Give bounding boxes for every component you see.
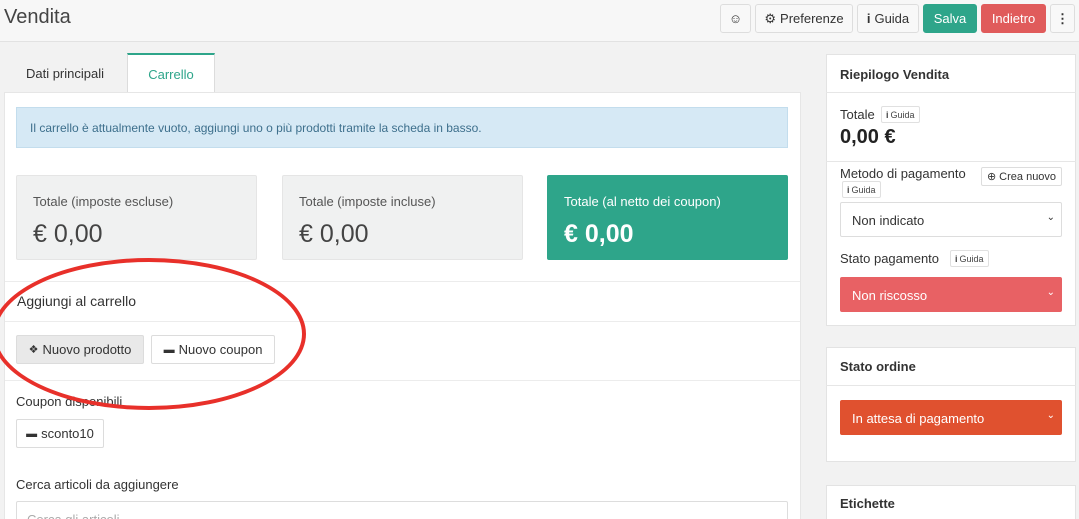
new-coupon-label: Nuovo coupon [178,342,263,357]
payment-method-value: Non indicato [852,213,925,228]
info-icon: i [955,253,958,264]
total-excl-tax-label: Totale (imposte escluse) [33,194,174,209]
chevron-down-icon: ⌄ [1046,212,1055,223]
new-product-button[interactable]: ❖ Nuovo prodotto [16,335,144,364]
total-incl-tax-label: Totale (imposte incluse) [299,194,436,209]
new-product-label: Nuovo prodotto [42,342,132,357]
info-icon: i [866,11,871,26]
search-items-label: Cerca articoli da aggiungere [16,477,179,492]
search-items-input[interactable]: Cerca gli articoli [16,501,788,519]
chevron-down-icon: ⌄ [1046,287,1055,298]
info-icon: i [886,109,889,120]
gear-icon: ⚙ [764,10,777,26]
labels-panel: Etichette [826,485,1076,519]
payment-method-label: Metodo di pagamento [840,166,966,181]
payment-status-label: Stato pagamento [840,251,940,266]
help-label: Guida [851,184,876,195]
divider [5,281,800,282]
divider [826,161,1076,162]
preferences-button[interactable]: ⚙ Preferenze [755,4,853,33]
feedback-button[interactable]: ☺ [720,4,751,33]
divider [826,92,1076,93]
divider [826,385,1076,386]
total-help-button[interactable]: i Guida [881,106,920,123]
total-label: Totale [840,107,875,122]
payment-status-value: Non riscosso [852,288,928,303]
ticket-icon: ▬ [26,427,38,440]
coupon-sconto10-button[interactable]: ▬ sconto10 [16,419,104,448]
chevron-down-icon: ⌄ [1046,410,1055,421]
help-label: Guida [890,109,915,120]
empty-cart-alert: Il carrello è attualmente vuoto, aggiung… [16,107,788,148]
new-coupon-button[interactable]: ▬ Nuovo coupon [151,335,275,364]
order-status-select[interactable]: In attesa di pagamento ⌄ [840,400,1062,435]
top-bar: Vendita ☺ ⚙ Preferenze i Guida Salva Ind… [0,0,1079,42]
divider [5,380,800,381]
help-label: Guida [874,11,910,26]
payment-status-select[interactable]: Non riscosso ⌄ [840,277,1062,312]
total-excl-tax-card: Totale (imposte escluse) € 0,00 [16,175,257,260]
sale-summary-title: Riepilogo Vendita [840,67,950,82]
available-coupons-label: Coupon disponibili [16,394,123,409]
total-incl-tax-value: € 0,00 [299,220,369,248]
tab-dati-principali[interactable]: Dati principali [4,53,126,93]
create-new-label: Crea nuovo [999,170,1057,183]
help-button[interactable]: i Guida [857,4,919,33]
add-to-cart-title: Aggiungi al carrello [17,293,137,309]
smiley-icon: ☺ [728,11,743,26]
total-value: 0,00 € [840,126,896,148]
total-excl-tax-value: € 0,00 [33,220,103,248]
total-net-coupon-label: Totale (al netto dei coupon) [564,194,721,209]
order-status-title: Stato ordine [840,359,916,374]
cubes-icon: ❖ [28,344,39,356]
labels-title: Etichette [840,496,895,511]
plus-circle-icon: ⊕ [986,171,997,183]
more-menu-button[interactable]: ⋮ [1050,4,1075,33]
save-button[interactable]: Salva [923,4,977,33]
help-label: Guida [959,253,984,264]
payment-method-help-button[interactable]: i Guida [842,181,881,198]
payment-method-select[interactable]: Non indicato ⌄ [840,202,1062,237]
info-icon: i [847,184,850,195]
order-status-value: In attesa di pagamento [852,411,985,426]
total-incl-tax-card: Totale (imposte incluse) € 0,00 [282,175,523,260]
total-net-coupon-value: € 0,00 [564,220,634,248]
back-button[interactable]: Indietro [981,4,1046,33]
kebab-icon: ⋮ [1056,10,1069,26]
coupon-label: sconto10 [41,426,94,441]
divider [5,321,800,322]
page-title: Vendita [4,6,71,28]
preferences-label: Preferenze [780,11,844,26]
back-label: Indietro [991,11,1036,26]
payment-status-help-button[interactable]: i Guida [950,250,989,267]
ticket-icon: ▬ [163,343,175,356]
create-new-button[interactable]: ⊕ Crea nuovo [981,167,1062,186]
tab-carrello[interactable]: Carrello [127,53,215,93]
total-net-coupon-card: Totale (al netto dei coupon) € 0,00 [547,175,788,260]
save-label: Salva [933,11,967,26]
